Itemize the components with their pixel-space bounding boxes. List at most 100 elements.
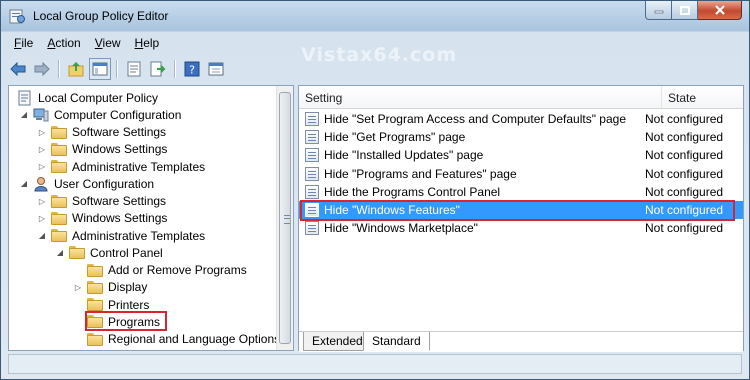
menu-view[interactable]: View: [88, 36, 128, 50]
back-button[interactable]: [7, 58, 29, 80]
properties-button[interactable]: [123, 58, 145, 80]
policy-editor-icon: [9, 9, 25, 24]
export-list-button[interactable]: [147, 58, 169, 80]
expanded-arrow-icon[interactable]: ◢: [19, 110, 29, 120]
collapsed-arrow-icon[interactable]: ▷: [73, 282, 83, 292]
help-button[interactable]: ?: [181, 58, 203, 80]
collapsed-arrow-icon[interactable]: ▷: [37, 127, 47, 137]
list-header: Setting State: [299, 86, 743, 109]
setting-row[interactable]: Hide "Get Programs" page Not configured: [299, 128, 743, 146]
tree-item[interactable]: ▷Add or Remove Programs: [73, 262, 247, 279]
status-bar: [8, 354, 742, 374]
tree-item-label: Software Settings: [72, 125, 167, 139]
expanded-arrow-icon[interactable]: ◢: [55, 248, 65, 258]
menu-file[interactable]: File: [7, 36, 40, 50]
tree-item-label: User Configuration: [54, 176, 155, 191]
collapsed-arrow-icon[interactable]: ▷: [37, 162, 47, 172]
policy-setting-icon: [305, 130, 319, 145]
tree-item-label: Windows Settings: [72, 142, 168, 157]
back-arrow-icon: [10, 62, 26, 76]
setting-row[interactable]: Hide the Programs Control Panel Not confi…: [299, 183, 743, 201]
folder-icon: [51, 211, 67, 225]
tree-item[interactable]: ▷ Administrative Templates: [37, 158, 205, 175]
menu-help[interactable]: Help: [128, 36, 167, 50]
export-list-icon: [150, 61, 166, 77]
column-header-state[interactable]: State: [661, 86, 743, 108]
toolbar: ?: [7, 56, 743, 82]
forward-button[interactable]: [31, 58, 53, 80]
setting-state: Not configured: [645, 130, 724, 145]
setting-state: Not configured: [645, 221, 724, 236]
minimize-button[interactable]: [645, 1, 672, 20]
policy-icon: [18, 90, 31, 105]
tree-item[interactable]: ▷ Windows Settings: [37, 141, 167, 158]
tab-standard[interactable]: Standard: [363, 332, 430, 351]
setting-row[interactable]: Hide "Set Program Access and Computer De…: [299, 110, 743, 128]
console-tree-icon: [92, 62, 108, 76]
tree-item-label: Computer Configuration: [54, 107, 182, 122]
folder-icon: [51, 125, 67, 139]
up-one-level-button[interactable]: [65, 58, 87, 80]
expanded-arrow-icon[interactable]: ◢: [37, 231, 47, 241]
tree-item[interactable]: ▷ Software Settings: [37, 193, 166, 210]
tree-item-label: Administrative Templates: [72, 228, 206, 243]
forward-arrow-icon: [34, 62, 50, 76]
toolbar-separator: [116, 60, 118, 78]
filter-options-button[interactable]: [205, 58, 227, 80]
tree-item[interactable]: ◢ Administrative Templates: [37, 227, 205, 244]
folder-icon: [87, 332, 103, 346]
tree-item[interactable]: ▷ Display: [73, 279, 147, 296]
tree-item-label: Display: [108, 280, 148, 295]
menu-action[interactable]: Action: [40, 36, 87, 50]
title-bar[interactable]: Local Group Policy Editor: [1, 1, 749, 31]
tree-item-label: Local Computer Policy: [38, 90, 159, 105]
tree-item[interactable]: ◢ User Configuration: [19, 175, 154, 192]
collapsed-arrow-icon[interactable]: ▷: [37, 213, 47, 223]
close-icon: [714, 5, 725, 15]
toolbar-separator: [58, 60, 60, 78]
minimize-icon: [654, 10, 663, 14]
setting-row[interactable]: Hide "Windows Marketplace" Not configured: [299, 219, 743, 237]
tree-item[interactable]: ▷ Windows Settings: [37, 210, 167, 227]
selection-highlight-box: [300, 200, 735, 221]
folder-icon: [51, 142, 67, 156]
console-tree-pane[interactable]: Local Computer Policy ◢ Computer Configura…: [8, 85, 294, 351]
tree-item[interactable]: ◢ Control Panel: [55, 244, 163, 261]
settings-pane: Setting State Hide "Set Program Access a…: [298, 85, 744, 351]
tree-item-label: Software Settings: [72, 194, 167, 208]
folder-icon: [87, 298, 103, 311]
tree-item[interactable]: Local Computer Policy: [17, 89, 158, 106]
help-icon: ?: [184, 61, 200, 77]
tree-item-label: Regional and Language Options: [108, 332, 281, 346]
folder-icon: [51, 229, 67, 242]
folder-icon: [87, 280, 103, 294]
collapsed-arrow-icon[interactable]: ▷: [37, 196, 47, 206]
policy-setting-icon: [305, 166, 319, 181]
tree-item-label: Windows Settings: [72, 211, 168, 226]
policy-setting-icon: [305, 221, 319, 236]
close-button[interactable]: [698, 1, 742, 20]
tree-item-label: Printers: [108, 297, 150, 312]
expanded-arrow-icon[interactable]: ◢: [19, 179, 29, 189]
show-hide-console-tree-button[interactable]: [89, 58, 111, 80]
maximize-button[interactable]: [672, 1, 698, 20]
column-header-setting[interactable]: Setting: [299, 86, 342, 108]
policy-setting-icon: [305, 148, 319, 163]
setting-row[interactable]: Hide "Programs and Features" page Not con…: [299, 165, 743, 183]
computer-icon: [33, 108, 49, 122]
tree-scrollbar-thumb[interactable]: [279, 92, 291, 344]
folder-icon: [87, 263, 103, 277]
folder-icon: [69, 246, 85, 260]
tree-item[interactable]: ◢ Computer Configuration: [19, 106, 181, 123]
filter-icon: [208, 62, 224, 76]
toolbar-separator: [174, 60, 176, 78]
tree-item-label: Control Panel: [90, 245, 163, 260]
tree-scrollbar[interactable]: [276, 86, 293, 350]
tab-extended[interactable]: Extended: [303, 332, 372, 351]
up-folder-icon: [68, 62, 84, 77]
setting-row[interactable]: Hide "Installed Updates" page Not configu…: [299, 146, 743, 164]
tree-item[interactable]: ▷Regional and Language Options: [73, 331, 280, 348]
collapsed-arrow-icon[interactable]: ▷: [37, 144, 47, 154]
view-tabs: Extended Standard: [299, 331, 743, 352]
tree-item[interactable]: ▷ Software Settings: [37, 124, 166, 141]
